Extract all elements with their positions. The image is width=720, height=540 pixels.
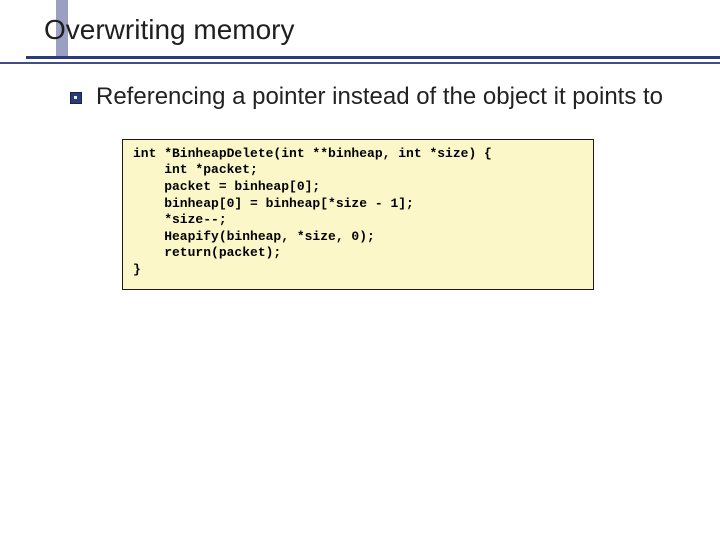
slide-title: Overwriting memory xyxy=(44,14,720,46)
title-underline-thin xyxy=(0,62,720,64)
slide-header: Overwriting memory xyxy=(0,0,720,52)
title-underline-thick xyxy=(26,56,720,59)
slide: Overwriting memory Referencing a pointer… xyxy=(0,0,720,540)
code-snippet: int *BinheapDelete(int **binheap, int *s… xyxy=(122,139,594,290)
square-bullet-icon xyxy=(70,92,82,104)
slide-body: Referencing a pointer instead of the obj… xyxy=(70,82,680,290)
bullet-inner-dot-icon xyxy=(74,96,77,99)
bullet-text: Referencing a pointer instead of the obj… xyxy=(96,82,663,113)
bullet-item: Referencing a pointer instead of the obj… xyxy=(70,82,680,113)
